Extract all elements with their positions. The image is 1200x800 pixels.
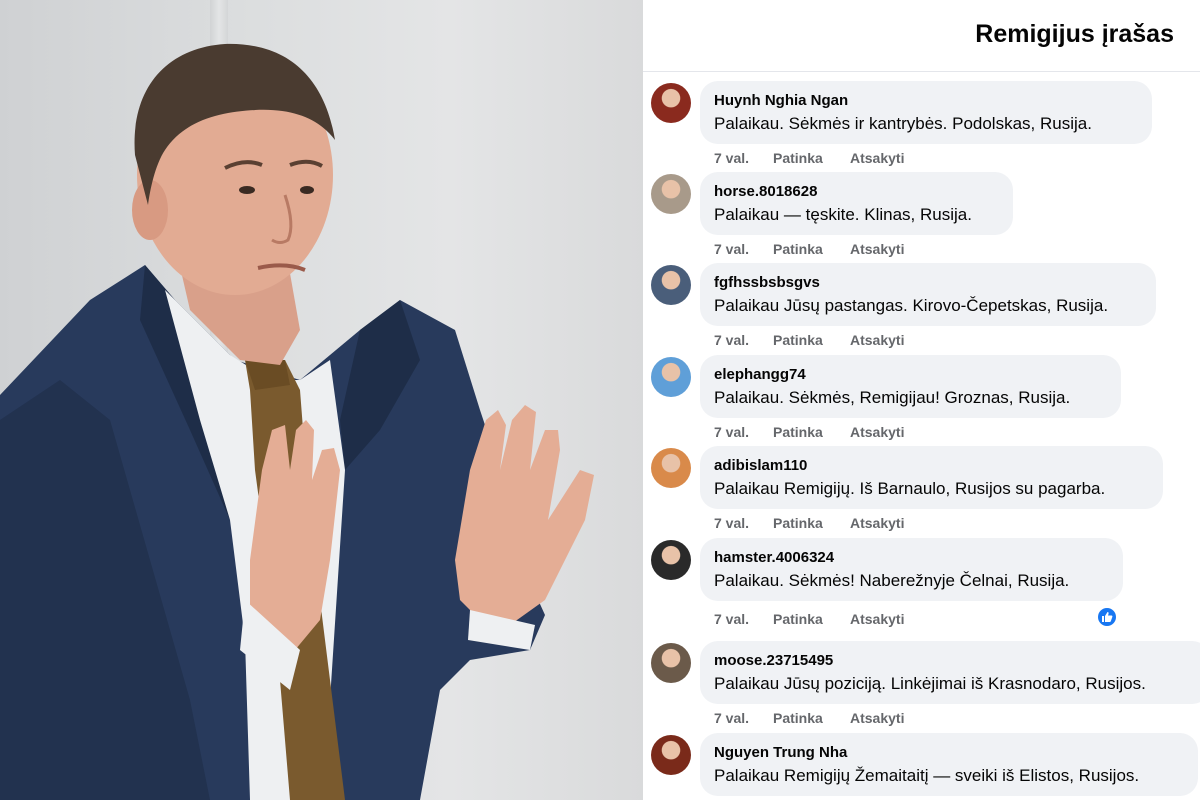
comment-author[interactable]: moose.23715495	[714, 651, 1196, 670]
comment-author[interactable]: hamster.4006324	[714, 548, 1109, 567]
comment-bubble: moose.23715495 Palaikau Jūsų poziciją. L…	[700, 641, 1200, 704]
like-button[interactable]: Patinka	[773, 610, 850, 628]
reply-button[interactable]: Atsakyti	[850, 423, 904, 441]
comment-bubble: Huynh Nghia Ngan Palaikau. Sėkmės ir kan…	[700, 81, 1152, 144]
reply-button[interactable]: Atsakyti	[850, 240, 904, 258]
comment-author[interactable]: elephangg74	[714, 365, 1107, 384]
avatar[interactable]	[651, 357, 691, 397]
comment-actions: 7 val. Patinka Atsakyti	[714, 331, 904, 349]
comment-bubble: elephangg74 Palaikau. Sėkmės, Remigijau!…	[700, 355, 1121, 418]
comment-time[interactable]: 7 val.	[714, 709, 773, 727]
like-button[interactable]: Patinka	[773, 149, 850, 167]
comment-actions: 7 val. Patinka Atsakyti	[714, 423, 904, 441]
avatar[interactable]	[651, 735, 691, 775]
comment-actions: 7 val. Patinka Atsakyti	[714, 709, 904, 727]
comment-time[interactable]: 7 val.	[714, 610, 773, 628]
comment-actions: 7 val. Patinka Atsakyti	[714, 240, 904, 258]
comment-text: Palaikau Remigijų Žemaitaitį — sveiki iš…	[714, 766, 1140, 785]
reply-button[interactable]: Atsakyti	[850, 709, 904, 727]
comment-actions: 7 val. Patinka Atsakyti	[714, 514, 904, 532]
comment-text: Palaikau. Sėkmės ir kantrybės. Podolskas…	[714, 114, 1092, 133]
avatar[interactable]	[651, 448, 691, 488]
avatar[interactable]	[651, 83, 691, 123]
thumbs-up-icon[interactable]	[1096, 606, 1118, 628]
comment-actions: 7 val. Patinka Atsakyti	[714, 149, 904, 167]
comment-actions: 7 val. Patinka Atsakyti	[714, 610, 904, 628]
comment-time[interactable]: 7 val.	[714, 149, 773, 167]
post-title: Remigijus įrašas	[975, 20, 1174, 48]
avatar[interactable]	[651, 540, 691, 580]
comment-time[interactable]: 7 val.	[714, 514, 773, 532]
comment-author[interactable]: horse.8018628	[714, 182, 999, 201]
comments-panel: Remigijus įrašas Huynh Nghia Ngan Palaik…	[643, 0, 1200, 800]
comment-time[interactable]: 7 val.	[714, 423, 773, 441]
comment-text: Palaikau. Sėkmės, Remigijau! Groznas, Ru…	[714, 388, 1071, 407]
like-button[interactable]: Patinka	[773, 240, 850, 258]
reply-button[interactable]: Atsakyti	[850, 149, 904, 167]
comment-time[interactable]: 7 val.	[714, 240, 773, 258]
comment-author[interactable]: Nguyen Trung Nha	[714, 743, 1184, 762]
speaker-photo	[0, 43, 594, 800]
comment-author[interactable]: Huynh Nghia Ngan	[714, 91, 1138, 110]
comment-author[interactable]: fgfhssbsbsgvs	[714, 273, 1142, 292]
reply-button[interactable]: Atsakyti	[850, 514, 904, 532]
comment-bubble: horse.8018628 Palaikau — tęskite. Klinas…	[700, 172, 1013, 235]
like-button[interactable]: Patinka	[773, 331, 850, 349]
comment-text: Palaikau Remigijų. Iš Barnaulo, Rusijos …	[714, 479, 1106, 498]
like-button[interactable]: Patinka	[773, 709, 850, 727]
comment-bubble: Nguyen Trung Nha Palaikau Remigijų Žemai…	[700, 733, 1198, 796]
post-header: Remigijus įrašas	[643, 0, 1200, 72]
reply-button[interactable]: Atsakyti	[850, 331, 904, 349]
avatar[interactable]	[651, 174, 691, 214]
reply-button[interactable]: Atsakyti	[850, 610, 904, 628]
comment-text: Palaikau. Sėkmės! Naberežnyje Čelnai, Ru…	[714, 571, 1070, 590]
comment-author[interactable]: adibislam110	[714, 456, 1149, 475]
like-button[interactable]: Patinka	[773, 423, 850, 441]
photo-panel	[0, 0, 643, 800]
avatar[interactable]	[651, 265, 691, 305]
comment-text: Palaikau Jūsų pastangas. Kirovo-Čepetska…	[714, 296, 1109, 315]
avatar[interactable]	[651, 643, 691, 683]
like-button[interactable]: Patinka	[773, 514, 850, 532]
comment-bubble: adibislam110 Palaikau Remigijų. Iš Barna…	[700, 446, 1163, 509]
comment-time[interactable]: 7 val.	[714, 331, 773, 349]
comment-text: Palaikau Jūsų poziciją. Linkėjimai iš Kr…	[714, 674, 1146, 693]
comment-bubble: fgfhssbsbsgvs Palaikau Jūsų pastangas. K…	[700, 263, 1156, 326]
comment-text: Palaikau — tęskite. Klinas, Rusija.	[714, 205, 972, 224]
comment-bubble: hamster.4006324 Palaikau. Sėkmės! Nabere…	[700, 538, 1123, 601]
